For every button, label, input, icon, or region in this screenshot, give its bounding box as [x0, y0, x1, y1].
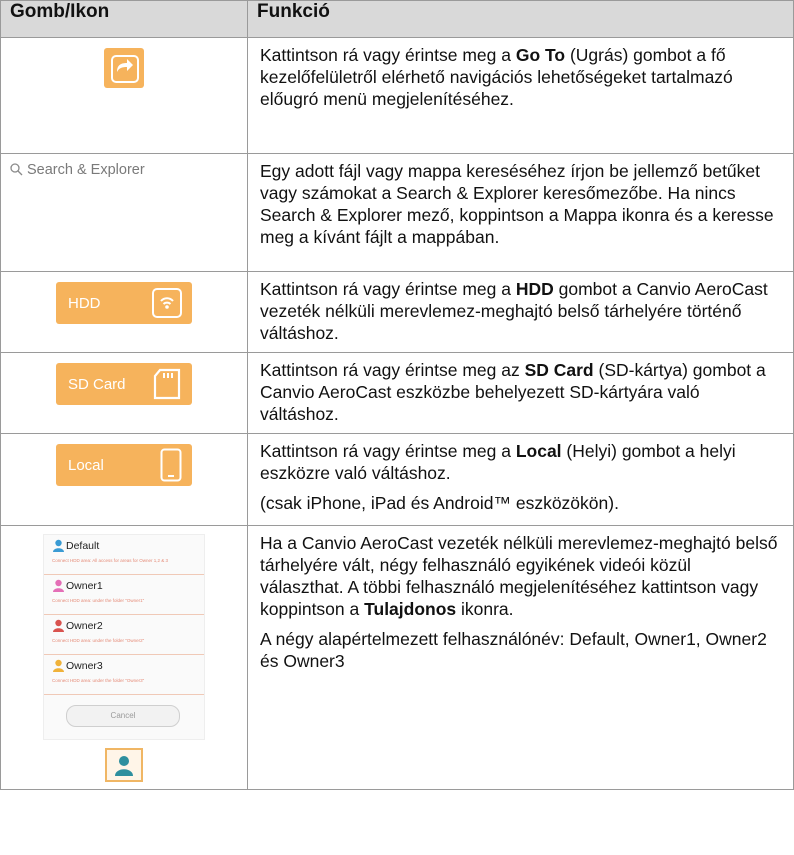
table-row: Search & Explorer Egy adott fájl vagy ma…: [0, 153, 794, 272]
owner-option[interactable]: Owner1 Connect HDD area: under the folde…: [44, 575, 204, 615]
header-function: Funkció: [247, 0, 794, 38]
table-row: Local Kattintson rá vagy érintse meg a L…: [0, 433, 794, 526]
description-cell: Kattintson rá vagy érintse meg a Go To (…: [247, 37, 794, 154]
owner-user-icon: [115, 756, 133, 776]
table-row: SD Card Kattintson rá vagy érintse meg a…: [0, 352, 794, 434]
go-to-icon[interactable]: [104, 48, 144, 88]
table-row: Kattintson rá vagy érintse meg a Go To (…: [0, 37, 794, 154]
icon-cell: SD Card: [0, 352, 248, 434]
owner-button[interactable]: [105, 748, 143, 782]
function-table: Gomb/Ikon Funkció Kattintson rá vagy éri…: [0, 0, 794, 790]
wireless-hdd-icon: [152, 288, 182, 318]
description-cell: Kattintson rá vagy érintse meg a Local (…: [247, 433, 794, 526]
search-explorer-field[interactable]: Search & Explorer: [1, 162, 247, 178]
icon-cell: HDD: [0, 271, 248, 353]
icon-cell: Default Connect HDD area: All access for…: [0, 525, 248, 790]
owner-select-popup: Default Connect HDD area: All access for…: [43, 534, 205, 740]
description-cell: Kattintson rá vagy érintse meg a HDD gom…: [247, 271, 794, 353]
local-note: (csak iPhone, iPad és Android™ eszközökö…: [260, 493, 619, 513]
user-icon: [53, 539, 64, 552]
sd-card-button[interactable]: SD Card: [56, 363, 192, 405]
goto-description: Kattintson rá vagy érintse meg a Go To (…: [260, 45, 733, 109]
phone-icon: [160, 448, 182, 482]
user-icon: [53, 579, 64, 592]
hdd-description: Kattintson rá vagy érintse meg a HDD gom…: [260, 279, 768, 343]
icon-cell: [0, 37, 248, 154]
description-cell: Kattintson rá vagy érintse meg az SD Car…: [247, 352, 794, 434]
owner-description: Ha a Canvio AeroCast vezeték nélküli mer…: [260, 533, 778, 619]
user-icon: [53, 619, 64, 632]
local-description: Kattintson rá vagy érintse meg a Local (…: [260, 441, 736, 483]
owner-option[interactable]: Owner3 Connect HDD area: under the folde…: [44, 655, 204, 695]
description-cell: Egy adott fájl vagy mappa kereséséhez ír…: [247, 153, 794, 272]
table-header: Gomb/Ikon Funkció: [0, 0, 794, 38]
search-icon: [10, 163, 23, 176]
owner-option[interactable]: Default Connect HDD area: All access for…: [44, 535, 204, 575]
hdd-button[interactable]: HDD: [56, 282, 192, 324]
sd-card-description: Kattintson rá vagy érintse meg az SD Car…: [260, 360, 766, 424]
icon-cell: Search & Explorer: [0, 153, 248, 272]
header-button-icon: Gomb/Ikon: [0, 0, 248, 38]
table-row: HDD Kattintson rá vagy érintse meg a HDD…: [0, 271, 794, 353]
search-description: Egy adott fájl vagy mappa kereséséhez ír…: [260, 161, 774, 247]
cancel-button-wrap: Cancel: [44, 695, 204, 739]
description-cell: Ha a Canvio AeroCast vezeték nélküli mer…: [247, 525, 794, 790]
icon-cell: Local: [0, 433, 248, 526]
table-row: Default Connect HDD area: All access for…: [0, 525, 794, 790]
user-icon: [53, 659, 64, 672]
sd-card-icon: [153, 368, 181, 400]
owner-option[interactable]: Owner2 Connect HDD area: under the folde…: [44, 615, 204, 655]
cancel-button[interactable]: Cancel: [66, 705, 180, 727]
local-button[interactable]: Local: [56, 444, 192, 486]
owner-note: A négy alapértelmezett felhasználónév: D…: [260, 629, 767, 671]
